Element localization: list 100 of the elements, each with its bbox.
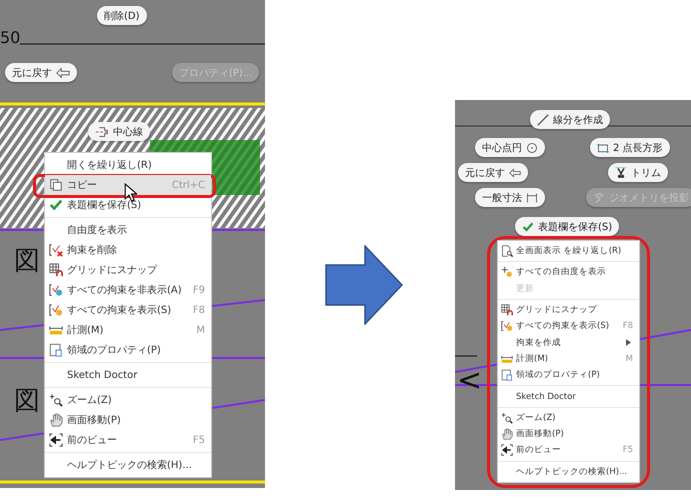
menu-item[interactable]: 全画面表示 を繰り返し(R) (498, 243, 639, 260)
menu-item-label: すべての拘束を表示(S) (67, 304, 172, 317)
zoom-icon (49, 393, 63, 407)
menu-item-label: Sketch Doctor (516, 392, 577, 402)
grid-magnet-icon (49, 263, 63, 277)
menu-item-label: Sketch Doctor (67, 370, 138, 380)
menu-item-label: すべての拘束を非表示(A) (67, 284, 183, 297)
marking-menu-button[interactable]: 表題欄を保存(S) (515, 217, 620, 236)
menu-item-label: 前のビュー (516, 444, 562, 456)
zoom-icon (501, 412, 513, 424)
menu-item-label: ズーム(Z) (67, 394, 113, 407)
undo-arrow-icon (509, 166, 521, 178)
menu-item-label: 自由度を表示 (67, 224, 128, 237)
constraint-delete-icon (49, 243, 63, 257)
menu-item[interactable]: ズーム(Z) (45, 390, 211, 410)
menu-item[interactable]: すべての拘束を表示(S) F8 (498, 318, 639, 334)
constraint-bulb-icon (49, 303, 63, 317)
marking-menu-button[interactable]: 中心点円 (475, 138, 545, 157)
grid-magnet-icon (501, 304, 513, 316)
menu-item[interactable]: 表題欄を保存(S) (45, 195, 211, 215)
arrow-icon (325, 245, 403, 325)
marking-menu-button[interactable]: 中心線 (88, 122, 150, 141)
menu-item[interactable]: 領域のプロパティ(P) (498, 367, 639, 384)
menu-item[interactable]: ズーム(Z) (498, 410, 639, 426)
copy-icon (49, 178, 63, 192)
sketch-text: 50 (0, 30, 20, 46)
menu-item[interactable]: 拘束を作成 (498, 334, 639, 351)
move-dot-icon (501, 266, 513, 278)
menu-item[interactable]: グリッドにスナップ (498, 302, 639, 318)
undo-arrow-icon (56, 66, 70, 80)
menu-item[interactable]: 画面移動(P) (45, 410, 211, 430)
menu-item-label: すべての拘束を表示(S) (516, 320, 610, 332)
menu-item-label: 画面移動(P) (516, 428, 565, 440)
menu-item[interactable]: ヘルプトピックの検索(H)... (498, 464, 639, 480)
hand-icon (501, 428, 513, 440)
menu-item[interactable]: 画面移動(P) (498, 426, 639, 442)
checkmark-icon (522, 220, 534, 232)
menu-item-label: 拘束を削除 (67, 244, 118, 257)
menu-item[interactable]: すべての自由度を表示 (498, 264, 639, 281)
hand-icon (49, 413, 63, 427)
dimension-icon (526, 192, 538, 204)
shortcut-text: M (196, 324, 206, 336)
previous-view-icon (49, 433, 63, 447)
menu-item[interactable]: 開くを繰り返し(R) (45, 155, 211, 175)
menu-item-label: 領域のプロパティ(P) (67, 344, 162, 357)
constraint-bulb-icon (49, 283, 63, 297)
shortcut-text: M (626, 354, 634, 364)
shortcut-text: F5 (622, 445, 634, 456)
marking-menu-button[interactable]: 一般寸法 (475, 188, 545, 207)
shortcut-text: F8 (192, 304, 206, 316)
circle-icon (526, 142, 538, 154)
centerline-icon (95, 124, 109, 138)
menu-item-label: 計測(M) (516, 352, 549, 365)
menu-item-label: グリッドにスナップ (67, 264, 158, 277)
marking-menu-button[interactable]: 2 点長方形 (590, 138, 670, 157)
menu-item[interactable]: コピー Ctrl+C (45, 175, 211, 195)
shortcut-text: F5 (192, 434, 206, 446)
zoom-page-icon (501, 245, 513, 258)
menu-item-label: 開くを繰り返し(R) (67, 158, 153, 172)
scissors-icon (615, 166, 627, 178)
menu-item-label: 前のビュー (67, 434, 118, 447)
menu-item-label: ヘルプトピックの検索(H)... (67, 458, 193, 472)
menu-item-label: 計測(M) (67, 324, 104, 337)
menu-item-label: 全画面表示 を繰り返し(R) (516, 245, 622, 258)
menu-item-label: グリッドにスナップ (516, 304, 598, 316)
menu-item[interactable]: 自由度を表示 (45, 220, 211, 240)
project-geometry-icon (593, 192, 605, 204)
marking-menu-button[interactable]: トリム (608, 163, 668, 182)
menu-item[interactable]: ヘルプトピックの検索(H)... (45, 455, 211, 475)
menu-item-label: 画面移動(P) (67, 414, 122, 427)
marking-menu-button[interactable]: 削除(D) (97, 6, 147, 25)
previous-view-icon (501, 444, 513, 456)
sketch-text: 図 (14, 248, 40, 274)
menu-item-label: 領域のプロパティ(P) (516, 369, 601, 382)
checkmark-icon (49, 198, 63, 212)
menu-item[interactable]: 前のビュー F5 (45, 430, 211, 450)
marking-menu-button[interactable]: 元に戻す (458, 163, 528, 182)
marking-menu-button[interactable]: 線分を作成 (530, 110, 610, 129)
menu-item[interactable]: 前のビュー F5 (498, 442, 639, 459)
shortcut-text: F9 (192, 284, 206, 296)
menu-item[interactable]: Sketch Doctor (498, 388, 639, 405)
shortcut-text: F8 (622, 321, 634, 332)
menu-item[interactable]: 領域のプロパティ(P) (45, 340, 211, 360)
menu-item[interactable]: 計測(M) M (498, 350, 639, 368)
menu-item-label: 更新 (516, 282, 535, 295)
menu-item[interactable]: グリッドにスナップ (45, 260, 211, 280)
menu-item[interactable]: 拘束を削除 (45, 240, 211, 260)
marking-menu-button[interactable]: 元に戻す (5, 63, 77, 82)
cursor-icon (124, 183, 137, 202)
properties-icon (501, 369, 513, 382)
menu-item[interactable]: すべての拘束を非表示(A) F9 (45, 280, 211, 300)
line-icon (537, 114, 549, 126)
menu-item-label: ズーム(Z) (516, 412, 556, 424)
menu-item-label: コピー (67, 179, 98, 192)
menu-item[interactable]: すべての拘束を表示(S) F8 (45, 300, 211, 320)
menu-item[interactable]: Sketch Doctor (45, 365, 211, 385)
properties-icon (49, 343, 63, 357)
shortcut-text: Ctrl+C (172, 180, 206, 190)
menu-item-label: 表題欄を保存(S) (67, 198, 142, 212)
menu-item[interactable]: 計測(M) M (45, 320, 211, 340)
